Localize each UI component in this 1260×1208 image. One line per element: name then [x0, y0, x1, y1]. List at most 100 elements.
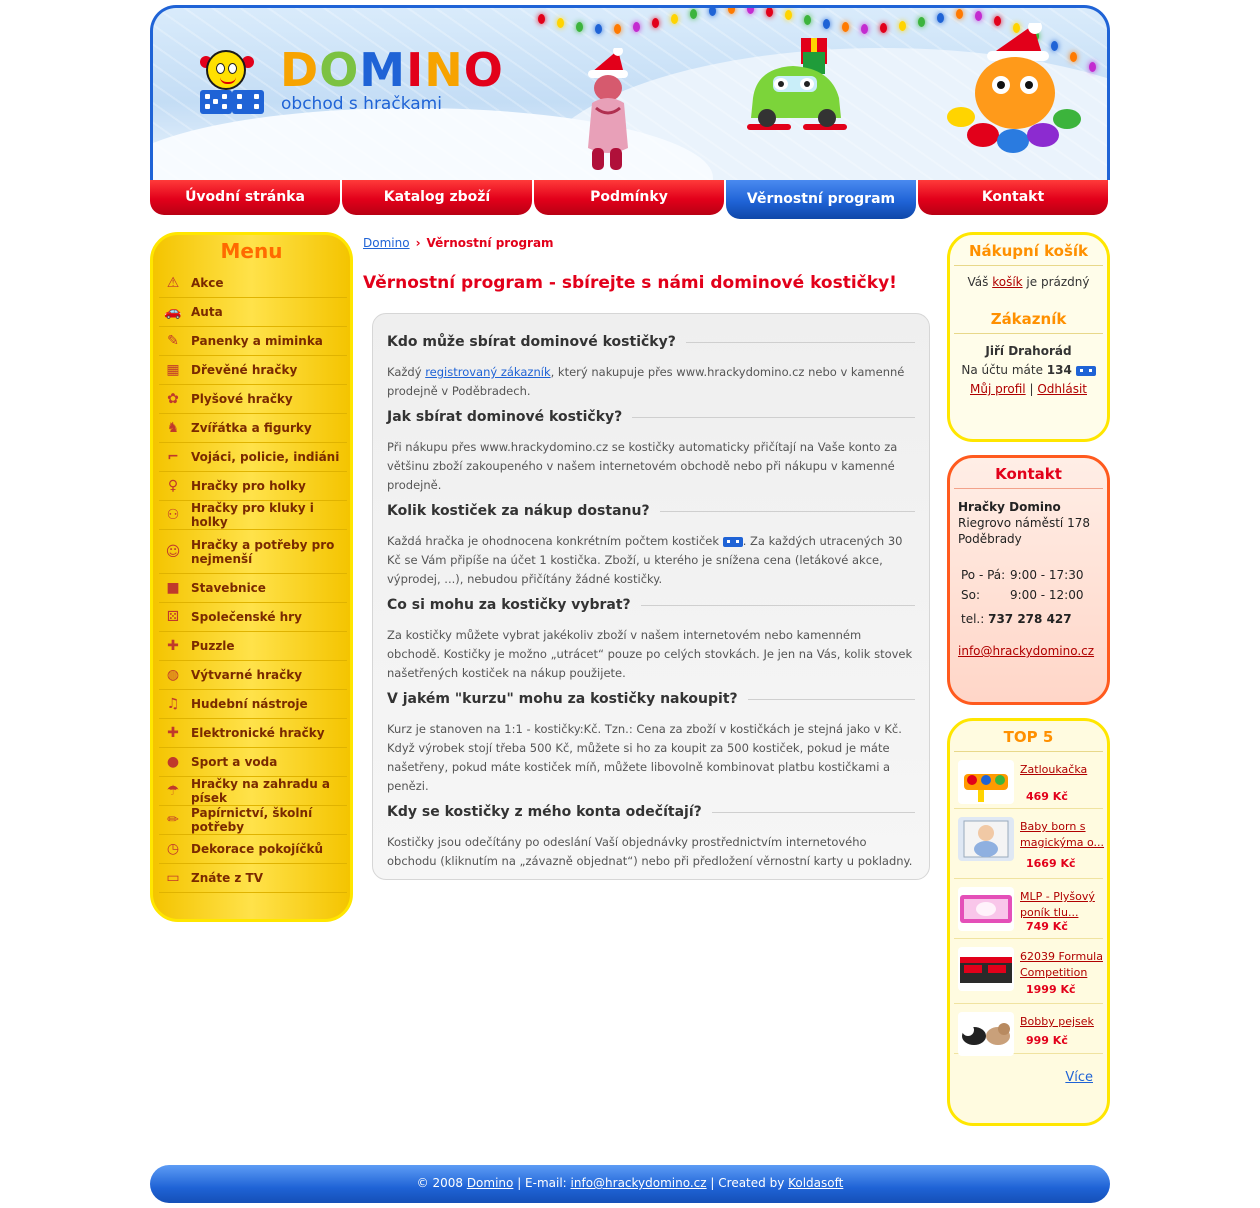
contact-box: Kontakt Hračky Domino Riegrovo náměstí 1… — [947, 455, 1110, 705]
faq-text: Za kostičky můžete vybrat jakékoliv zbož… — [387, 628, 913, 680]
logout-link[interactable]: Odhlásit — [1037, 382, 1087, 396]
menu-item[interactable]: ♀ Hračky pro holky — [159, 472, 347, 501]
menu-item[interactable]: ✚ Elektronické hračky — [159, 719, 347, 748]
breadcrumb-home-link[interactable]: Domino — [363, 236, 410, 250]
menu-item[interactable]: ■ Stavebnice — [159, 574, 347, 603]
contact-title: Kontakt — [995, 465, 1062, 483]
my-profile-link[interactable]: Můj profil — [970, 382, 1026, 396]
menu-item[interactable]: ✿ Plyšové hračky — [159, 385, 347, 414]
faq-heading: V jakém "kurzu" mohu za kostičky nakoupi… — [387, 691, 915, 707]
cart-box: Nákupní košík Váš košík je prázdný Zákaz… — [947, 232, 1110, 442]
cart-link[interactable]: košík — [992, 275, 1022, 289]
customer-title: Zákazník — [990, 310, 1067, 328]
site-footer: © 2008 Domino | E-mail: info@hrackydomin… — [150, 1165, 1110, 1203]
breadcrumb: Domino › Věrnostní program — [363, 236, 554, 250]
rattle-icon: ✎ — [167, 333, 179, 349]
footer-brand-link[interactable]: Domino — [467, 1176, 514, 1190]
nav-home[interactable]: Úvodní stránka — [150, 180, 340, 215]
footer-author-link[interactable]: Koldasoft — [788, 1176, 843, 1190]
menu-item[interactable]: ✏ Papírnictví, školní potřeby — [159, 806, 347, 835]
menu-item[interactable]: ☂ Hračky na zahradu a písek — [159, 777, 347, 806]
menu-title: Menu — [220, 239, 283, 263]
light-bulb — [861, 24, 868, 34]
menu-item[interactable]: 🚗 Auta — [159, 298, 347, 327]
faq-text: Kurz je stanoven na 1:1 - kostičky:Kč. T… — [387, 722, 902, 793]
product-price: 1669 Kč — [1026, 857, 1076, 870]
top5-item[interactable]: Bobby pejsek 999 Kč — [954, 1004, 1104, 1056]
faq-text: Při nákupu přes www.hrackydomino.cz se k… — [387, 440, 898, 492]
top5-more-link[interactable]: Více — [1065, 1070, 1093, 1085]
brand-tagline: obchod s hračkami — [281, 94, 442, 114]
top5-item[interactable]: 62039 Formula Competition 1999 Kč — [954, 939, 1103, 1004]
cart-title: Nákupní košík — [968, 242, 1089, 260]
menu-item-label: Výtvarné hračky — [191, 668, 303, 682]
breadcrumb-current: Věrnostní program — [426, 236, 554, 250]
registered-customer-link[interactable]: registrovaný zákazník — [425, 365, 550, 379]
menu-item[interactable]: ⌐ Vojáci, policie, indiáni — [159, 443, 347, 472]
menu-item[interactable]: ♞ Zvířátka a figurky — [159, 414, 347, 443]
menu-item[interactable]: ☺ Hračky a potřeby pro nejmenší — [159, 530, 347, 574]
menu-item[interactable]: ⚄ Společenské hry — [159, 603, 347, 632]
tv-icon: ▭ — [166, 870, 180, 886]
menu-item-label: Sport a voda — [191, 755, 278, 769]
menu-item-label: Plyšové hračky — [191, 392, 293, 406]
domino-tile-icon — [232, 90, 264, 114]
light-bulb — [918, 17, 925, 27]
product-name[interactable]: Baby born s magickýma o... — [1020, 819, 1104, 851]
girl-icon: ♀ — [167, 478, 179, 494]
light-bulb — [842, 22, 849, 32]
menu-item[interactable]: ✚ Puzzle — [159, 632, 347, 661]
light-bulb — [576, 22, 583, 32]
nav-loyalty-program[interactable]: Věrnostní program — [726, 180, 916, 219]
menu-item[interactable]: ⚠ Akce — [159, 269, 347, 298]
product-name[interactable]: MLP - Plyšový poník tlu... — [1020, 889, 1104, 921]
domino-tile-icon — [722, 536, 743, 547]
light-bulb — [766, 8, 773, 17]
menu-item[interactable]: ▦ Dřevěné hračky — [159, 356, 347, 385]
light-bulb — [633, 22, 640, 32]
nav-contact[interactable]: Kontakt — [918, 180, 1108, 215]
menu-item-label: Hračky pro kluky i holky — [191, 501, 314, 529]
breadcrumb-separator: › — [415, 236, 421, 250]
menu-item-label: Papírnictví, školní potřeby — [191, 806, 313, 834]
faq-section: Co si mohu za kostičky vybrat? Za kostič… — [387, 597, 915, 683]
faq-section: V jakém "kurzu" mohu za kostičky nakoupi… — [387, 691, 915, 796]
light-bulb — [671, 14, 678, 24]
menu-item[interactable]: ⚇ Hračky pro kluky i holky — [159, 501, 347, 530]
light-bulb — [557, 18, 564, 28]
elephant-icon: ♞ — [166, 420, 180, 436]
product-name[interactable]: Bobby pejsek — [1020, 1014, 1104, 1030]
product-name[interactable]: 62039 Formula Competition — [1020, 949, 1104, 981]
menu-item[interactable]: ◷ Dekorace pokojíčků — [159, 835, 347, 864]
light-bulb — [804, 15, 811, 25]
product-name[interactable]: Zatloukačka — [1020, 762, 1104, 778]
menu-item[interactable]: ▭ Znáte z TV — [159, 864, 347, 893]
menu-item-label: Společenské hry — [191, 610, 302, 624]
top5-item[interactable]: Zatloukačka 469 Kč — [954, 752, 1103, 809]
main-nav: Úvodní stránka Katalog zboží Podmínky Vě… — [150, 180, 1110, 219]
nav-catalog[interactable]: Katalog zboží — [342, 180, 532, 215]
category-menu: Menu ⚠ Akce 🚗 Auta ✎ Panenky a miminka ▦ Dřevěn… — [150, 232, 353, 922]
car-icon: 🚗 — [164, 304, 182, 320]
top5-item[interactable]: Baby born s magickýma o... 1669 Kč — [954, 809, 1104, 879]
faq-heading: Kolik kostiček za nákup dostanu? — [387, 503, 915, 519]
menu-item[interactable]: ✎ Panenky a miminka — [159, 327, 347, 356]
product-thumbnail — [958, 760, 1014, 804]
product-price: 999 Kč — [1026, 1034, 1068, 1047]
light-bulb — [728, 8, 735, 14]
product-thumbnail — [958, 947, 1014, 991]
contact-email-link[interactable]: info@hrackydomino.cz — [958, 644, 1094, 658]
faq-text: Kostičky jsou odečítány po odeslání Vaší… — [387, 835, 913, 868]
product-thumbnail — [958, 1012, 1014, 1056]
menu-item[interactable]: ♫ Hudební nástroje — [159, 690, 347, 719]
footer-email-link[interactable]: info@hrackydomino.cz — [571, 1176, 707, 1190]
customer-links: Můj profil | Odhlásit — [970, 382, 1087, 396]
menu-item[interactable]: ◍ Výtvarné hračky — [159, 661, 347, 690]
logo-mascot-icon[interactable] — [198, 50, 268, 116]
nav-terms[interactable]: Podmínky — [534, 180, 724, 215]
brand-logo[interactable]: DOMINO — [280, 44, 504, 96]
menu-item[interactable]: ● Sport a voda — [159, 748, 347, 777]
santa-doll-image — [588, 48, 628, 170]
top5-item[interactable]: MLP - Plyšový poník tlu... 749 Kč — [954, 879, 1103, 939]
loyalty-content-box: Kdo může sbírat dominové kostičky? Každý… — [372, 313, 930, 880]
